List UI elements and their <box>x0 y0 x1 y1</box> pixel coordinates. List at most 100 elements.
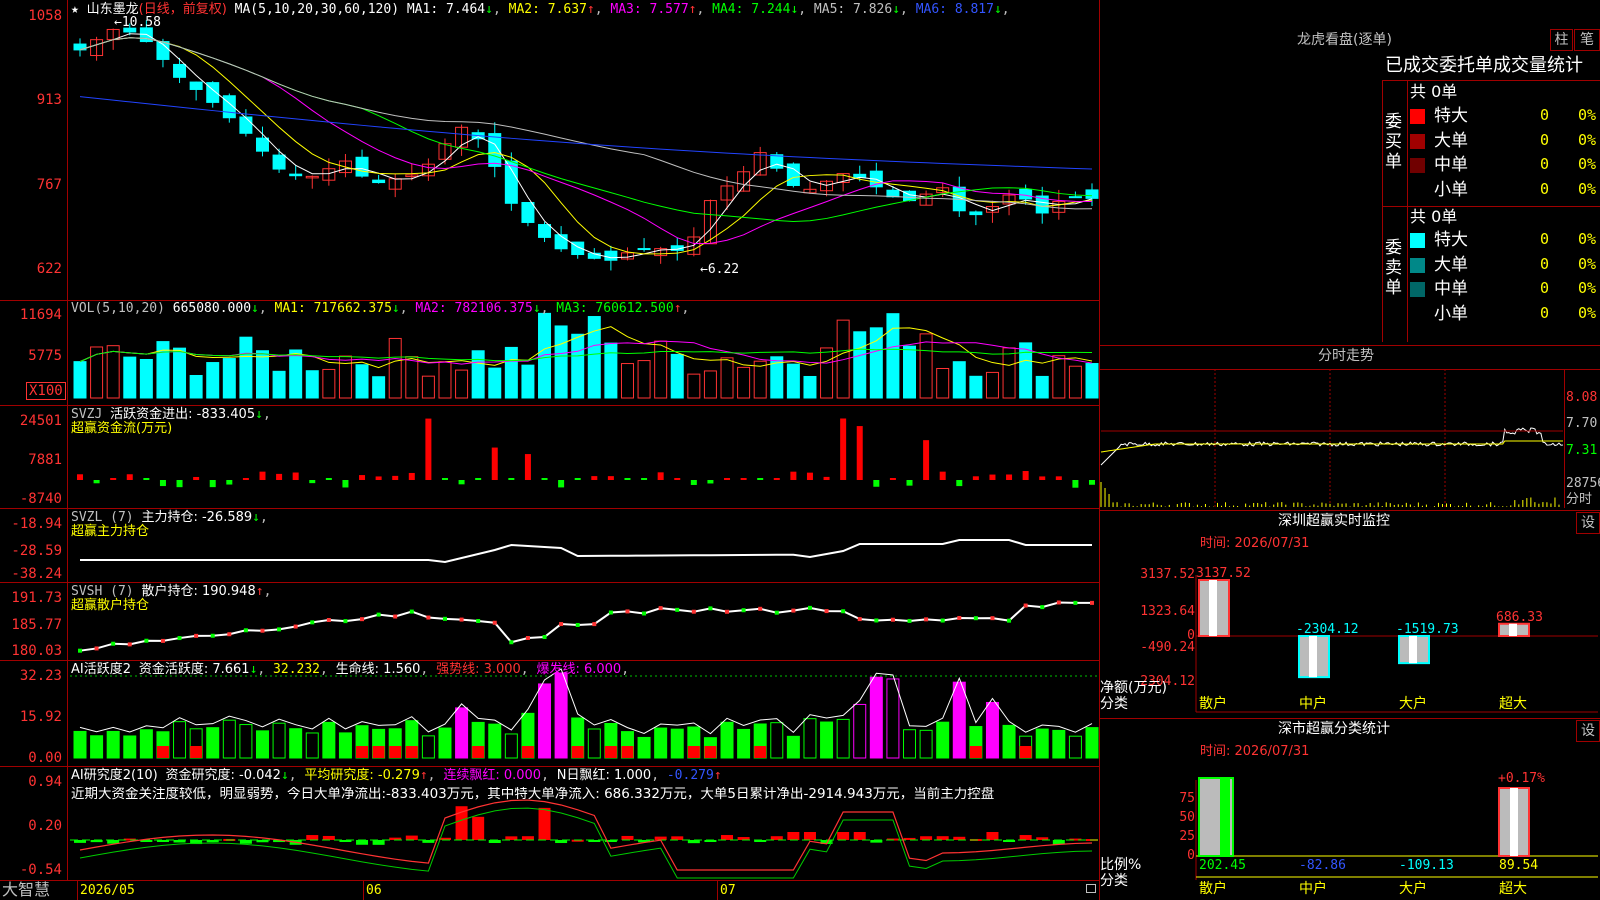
holding-dot <box>459 617 464 622</box>
bar-value-label: -109.13 <box>1399 858 1454 873</box>
category-label: 散户 <box>1199 881 1227 897</box>
volume-bar <box>1019 342 1033 399</box>
holding-dot <box>542 635 547 640</box>
holding-dot <box>675 607 680 612</box>
monitor-settings-button[interactable]: 设 <box>1576 512 1600 534</box>
svzl-subtitle: 超赢主力持仓 <box>71 524 150 539</box>
classify-title: 深市超赢分类统计 <box>1278 721 1390 737</box>
research-bar <box>306 835 319 840</box>
star-icon[interactable]: ★ <box>71 2 79 17</box>
lock-icon[interactable] <box>1086 884 1096 893</box>
trend-arrow: ↓ <box>391 301 400 316</box>
activity-bar <box>903 729 917 759</box>
ai2-summary: 近期大资金关注度较低，明显弱势，今日大单净流出:-833.403万元，其中特大单… <box>71 787 995 802</box>
activity-bar <box>90 735 104 759</box>
activity-bar <box>836 718 850 759</box>
candle <box>538 224 552 238</box>
flow-bar <box>1055 476 1062 480</box>
ma-value: MA6: 8.817 <box>915 2 994 17</box>
volume-bar <box>73 361 87 399</box>
order-count: 0 <box>1540 230 1550 248</box>
candle <box>173 63 187 78</box>
volume-bar <box>737 366 751 399</box>
volume-bar <box>421 375 435 399</box>
svzj-subtitle: 超赢资金流(万元) <box>71 421 173 436</box>
research-bar <box>920 836 933 840</box>
stats-tab[interactable]: 已成交委托单成交量统计 <box>1385 55 1600 77</box>
candle <box>255 137 269 152</box>
panel-divider <box>1099 510 1600 511</box>
flow-bar <box>558 480 565 488</box>
volume-bar <box>687 373 701 399</box>
category-label: 中户 <box>1299 696 1327 712</box>
bar-highlight <box>1309 636 1317 678</box>
research-bar <box>1019 835 1032 840</box>
flow-bar <box>209 480 216 488</box>
ma-value: MA1: 717662.375 <box>274 301 392 316</box>
order-percent: 0% <box>1578 106 1597 124</box>
volume-bar <box>620 363 634 399</box>
order-count: 0 <box>1540 303 1550 322</box>
volume-bar <box>869 327 883 399</box>
research-bar <box>803 832 816 840</box>
volume-bar <box>106 345 120 399</box>
tick-view-button[interactable]: 笔 <box>1574 29 1600 51</box>
axis-label: 0.00 <box>28 750 62 766</box>
activity-bar <box>737 728 751 759</box>
activity-mark <box>372 746 385 758</box>
volume-bar <box>206 362 220 399</box>
volume-bar <box>538 312 552 399</box>
activity-bar <box>670 728 684 759</box>
order-count: 0 <box>1540 106 1550 124</box>
flow-bar <box>143 478 150 480</box>
research-bar <box>621 835 634 840</box>
color-swatch <box>1410 158 1425 173</box>
flow-bar <box>690 480 697 485</box>
order-count: 0 <box>1540 155 1550 173</box>
research-line <box>79 807 1093 879</box>
candle <box>504 160 518 204</box>
axis-label: -8740 <box>19 491 62 507</box>
activity-mark <box>969 746 982 758</box>
bar-highlight <box>1509 623 1517 636</box>
flow-bar <box>110 478 117 480</box>
panel-divider <box>0 766 1099 767</box>
research-bar <box>936 836 949 840</box>
holding-dot <box>658 606 663 611</box>
flow-bar <box>126 474 133 480</box>
research-bar <box>671 836 684 840</box>
activity-bar <box>338 732 352 759</box>
activity-mark <box>156 746 169 758</box>
classify-settings-button[interactable]: 设 <box>1576 720 1600 742</box>
bar-view-button[interactable]: 柱 <box>1550 29 1573 51</box>
category-label: 大户 <box>1399 696 1427 712</box>
color-swatch <box>1410 257 1425 273</box>
holding-dot <box>476 619 481 624</box>
low-price-label: ←6.22 <box>700 262 740 277</box>
color-swatch <box>1410 306 1425 322</box>
chart-canvas[interactable] <box>0 0 1600 900</box>
holding-dot <box>824 609 829 614</box>
activity-bar <box>123 735 137 759</box>
trend-arrow: ↓ <box>892 2 901 17</box>
buy-side-label: 委买单 <box>1385 112 1402 172</box>
svsh-subtitle: 超赢散户持仓 <box>71 598 150 613</box>
trend-arrow: ↓ <box>790 2 799 17</box>
ma-value: MA2: 7.637 <box>508 2 587 17</box>
axis-label: 7.31 <box>1566 443 1598 458</box>
date-tick <box>77 880 78 900</box>
classify-category-label: 分类 <box>1100 873 1128 889</box>
panel-divider <box>1099 369 1600 370</box>
axis-label: 180.03 <box>11 643 62 659</box>
flow-bar <box>956 480 963 487</box>
holding-dot <box>940 618 945 623</box>
main-divider <box>1099 0 1100 900</box>
flow-bar <box>325 478 332 480</box>
ma-value: MA3: 760612.500 <box>556 301 674 316</box>
activity-bar <box>637 736 651 759</box>
axis-label: 8.08 <box>1566 390 1598 405</box>
holding-dot <box>625 609 630 614</box>
axis-label: 28756 <box>1566 476 1600 491</box>
volume-bar <box>1035 375 1049 399</box>
ma-value: MA2: 782106.375 <box>415 301 533 316</box>
